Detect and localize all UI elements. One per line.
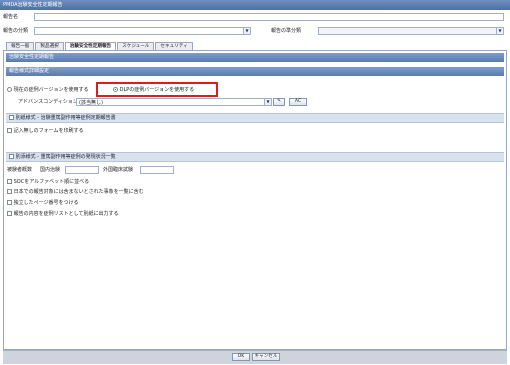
- soc-order-option[interactable]: SOCをアルファベット順に並べる: [7, 178, 89, 186]
- report-rule-select[interactable]: ▼: [318, 27, 504, 35]
- section-form-1-label: 別紙様式 - 治験重篤副作用等症例定期報告書: [15, 115, 116, 121]
- page-number-option[interactable]: 独立したページ番号をつける: [7, 199, 79, 207]
- advanced-condition-value: (該当無し): [79, 100, 103, 106]
- chevron-down-icon[interactable]: ▼: [264, 99, 271, 105]
- subjects-label: 被験者概数: [7, 167, 33, 173]
- blank-form-option[interactable]: 記入無しのフォームを印刷する: [7, 127, 83, 135]
- soc-order-label: SOCをアルファベット順に並べる: [13, 179, 90, 185]
- page-number-label: 独立したページ番号をつける: [13, 200, 79, 206]
- report-rule-label: 報告の準分類: [271, 28, 302, 34]
- section-form-2: 別添様式 - 重篤副作用等症例の発現状況一覧: [6, 152, 504, 162]
- section-form-2-checkbox[interactable]: [9, 154, 14, 159]
- cancel-button[interactable]: キャンセル: [252, 353, 280, 361]
- foreign-label: 外国臨床試験: [103, 167, 134, 173]
- section-form-2-label: 別添様式 - 重篤副作用等症例の発現状況一覧: [15, 154, 116, 160]
- checkbox[interactable]: [7, 211, 12, 216]
- report-class-select[interactable]: ▼: [34, 27, 251, 35]
- blank-form-label: 記入無しのフォームを印刷する: [13, 128, 84, 134]
- advanced-condition-select[interactable]: (該当無し) ▼: [76, 98, 272, 106]
- radio-button[interactable]: [7, 87, 12, 92]
- checkbox[interactable]: [7, 179, 12, 184]
- report-name-label: 報告名: [3, 14, 19, 20]
- edit-icon[interactable]: ✎: [273, 98, 285, 106]
- section-form-1: 別紙様式 - 治験重篤副作用等症例定期報告書: [6, 113, 504, 123]
- foreign-count-input[interactable]: [140, 166, 174, 174]
- checkbox[interactable]: [7, 200, 12, 205]
- radio-button[interactable]: [113, 87, 118, 92]
- advanced-condition-label: アドバンスコンディション: [18, 99, 78, 105]
- checkbox[interactable]: [7, 128, 12, 133]
- ok-button[interactable]: OK: [232, 353, 250, 361]
- japan-events-label: 日本での報告対象には含まないとされた事象を一覧に含む: [13, 189, 144, 195]
- window-title: PMDA治験安全性定期報告: [0, 0, 510, 10]
- report-name-input[interactable]: [34, 13, 504, 21]
- chevron-down-icon[interactable]: ▼: [243, 28, 250, 34]
- checkbox[interactable]: [7, 189, 12, 194]
- radio-dlp-label: DLPの症例バージョンを使用する: [119, 87, 195, 93]
- radio-dlp-version[interactable]: DLPの症例バージョンを使用する: [113, 86, 194, 94]
- report-class-label: 報告の分類: [3, 28, 29, 34]
- radio-current-version[interactable]: 現在の症例バージョンを使用する: [7, 86, 89, 94]
- case-list-option[interactable]: 報告の内容を症例リストとして別紙に出力する: [7, 210, 118, 218]
- section-form-1-checkbox[interactable]: [9, 115, 14, 120]
- domestic-count-input[interactable]: [65, 166, 99, 174]
- chevron-down-icon[interactable]: ▼: [496, 28, 503, 34]
- panel-title: 治験安全性定期報告: [6, 53, 504, 62]
- radio-current-label: 現在の症例バージョンを使用する: [13, 87, 89, 93]
- case-list-label: 報告の内容を症例リストとして別紙に出力する: [13, 211, 119, 217]
- domestic-label: 国内治験: [40, 167, 61, 173]
- panel-subtitle: 報告様式詳細設定: [6, 67, 504, 76]
- tab-panel: [3, 50, 507, 350]
- advanced-condition-button[interactable]: AC: [289, 98, 307, 106]
- japan-events-option[interactable]: 日本での報告対象には含まないとされた事象を一覧に含む: [7, 188, 144, 196]
